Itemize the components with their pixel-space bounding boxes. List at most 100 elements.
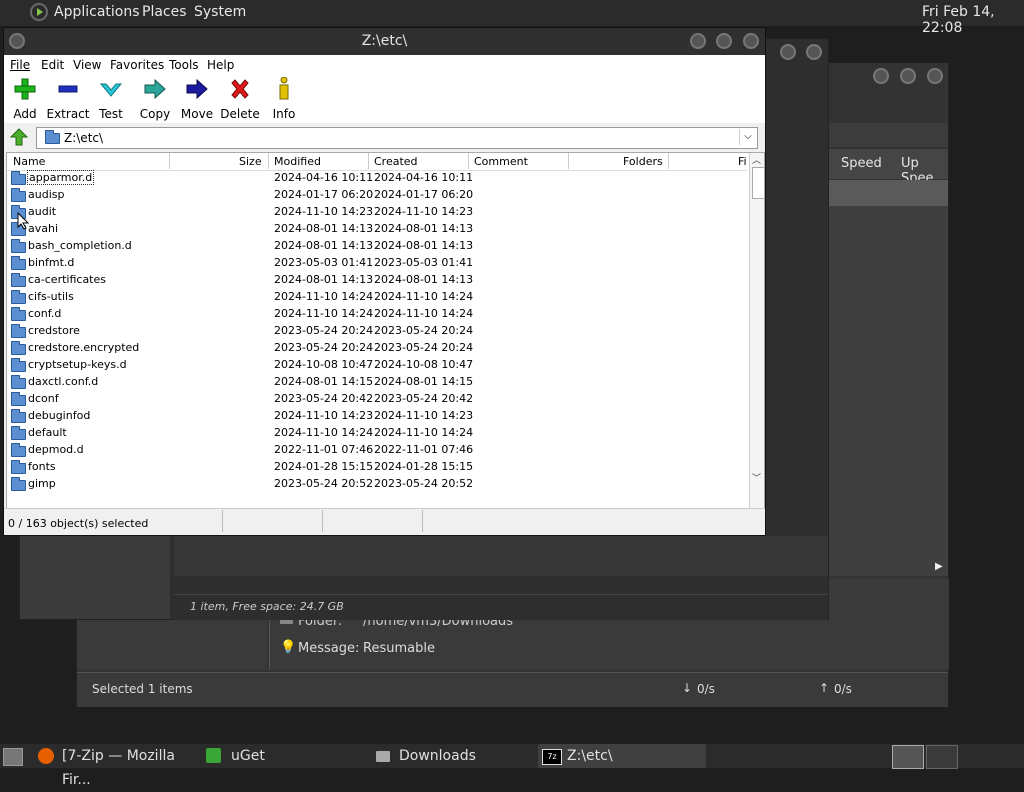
folder-icon (45, 130, 60, 144)
col-files[interactable]: Fi (738, 155, 747, 168)
table-row[interactable]: audit 2024-11-10 14:23 2024-11-10 14:23 (7, 204, 747, 221)
table-row[interactable]: binfmt.d 2023-05-03 01:41 2023-05-03 01:41 (7, 255, 747, 272)
table-row[interactable]: bash_completion.d 2024-08-01 14:13 2024-08… (7, 238, 747, 255)
info-i-icon (259, 77, 309, 101)
table-row[interactable]: gimp 2023-05-24 20:52 2023-05-24 20:52 (7, 476, 747, 493)
maximize-icon[interactable] (900, 68, 916, 84)
table-row[interactable]: credstore.encrypted 2023-05-24 20:24 2023-… (7, 340, 747, 357)
menu-file[interactable]: File (10, 58, 30, 72)
menu-view[interactable]: View (73, 58, 101, 72)
window-title: Z:\etc\ (361, 33, 408, 49)
folder-icon (11, 392, 26, 406)
menu-help[interactable]: Help (207, 58, 234, 72)
vertical-scrollbar[interactable]: ︿ ﹀ (749, 153, 764, 510)
window-menu-icon[interactable] (9, 33, 25, 49)
folder-icon (11, 171, 26, 185)
menu-system[interactable]: System (194, 4, 246, 20)
distro-logo-icon[interactable] (30, 3, 48, 21)
col-comment[interactable]: Comment (474, 155, 528, 168)
chevron-down-icon[interactable]: ⌵ (739, 129, 756, 145)
scroll-right-icon[interactable]: ▶ (935, 561, 943, 572)
test-button[interactable]: Test (86, 77, 136, 121)
minimize-icon[interactable] (690, 33, 706, 49)
maximize-icon[interactable] (716, 33, 732, 49)
task-uget[interactable]: uGet (202, 744, 366, 768)
selected-count: Selected 1 items (92, 682, 193, 696)
task-firefox[interactable]: [7-Zip — Mozilla Fir... (34, 744, 200, 788)
folder-icon (11, 324, 26, 338)
table-row[interactable]: dconf 2023-05-24 20:42 2023-05-24 20:42 (7, 391, 747, 408)
folder-icon (11, 341, 26, 355)
table-row[interactable]: fonts 2024-01-28 15:15 2024-01-28 15:15 (7, 459, 747, 476)
col-folders[interactable]: Folders (623, 155, 663, 168)
menubar: File Edit View Favorites Tools Help (4, 55, 765, 75)
col-speed[interactable]: Speed (841, 156, 882, 171)
scroll-thumb[interactable] (752, 167, 764, 199)
menu-tools[interactable]: Tools (169, 58, 199, 72)
menu-edit[interactable]: Edit (41, 58, 64, 72)
down-speed: 0/s (697, 682, 715, 696)
statusbar: 0 / 163 object(s) selected (4, 508, 765, 535)
scroll-down-icon[interactable]: ﹀ (752, 471, 761, 484)
7zip-icon: 7z (542, 749, 562, 765)
delete-button[interactable]: Delete (215, 77, 265, 121)
workspace-switcher-1[interactable] (892, 745, 924, 769)
table-row[interactable]: credstore 2023-05-24 20:24 2023-05-24 20:2… (7, 323, 747, 340)
workspace-switcher-2[interactable] (926, 745, 958, 769)
menu-places[interactable]: Places (142, 4, 187, 20)
downloads-sidebar (20, 536, 170, 619)
up-folder-icon[interactable] (9, 128, 29, 150)
uget-statusbar: Selected 1 items ↓ 0/s ↑ 0/s (77, 672, 948, 707)
table-row[interactable]: debuginfod 2024-11-10 14:23 2024-11-10 14:… (7, 408, 747, 425)
table-row[interactable]: audisp 2024-01-17 06:20 2024-01-17 06:20 (7, 187, 747, 204)
file-list[interactable]: Name Size Modified Created Comment Folde… (6, 152, 765, 511)
menu-favorites[interactable]: Favorites (110, 58, 164, 72)
delete-x-icon (215, 77, 265, 101)
table-row[interactable]: apparmor.d 2024-04-16 10:11 2024-04-16 10:… (7, 170, 747, 187)
info-icon: 💡 (280, 640, 297, 655)
7zip-window: Z:\etc\ File Edit View Favorites Tools H… (3, 27, 766, 536)
show-desktop-icon[interactable] (3, 748, 23, 766)
close-icon[interactable] (743, 33, 759, 49)
col-name[interactable]: Name (13, 155, 45, 168)
maximize-icon[interactable] (806, 44, 822, 60)
uget-icon (206, 748, 221, 763)
up-arrow-icon: ↑ (819, 681, 830, 695)
folder-icon (11, 460, 26, 474)
clock[interactable]: Fri Feb 14, 22:08 (922, 4, 1024, 36)
menu-applications[interactable]: Applications (54, 4, 140, 20)
table-row[interactable]: cryptsetup-keys.d 2024-10-08 10:47 2024-10… (7, 357, 747, 374)
firefox-icon (38, 748, 54, 764)
folder-icon (11, 409, 26, 423)
folder-icon (11, 239, 26, 253)
task-7zip[interactable]: 7z Z:\etc\ (538, 744, 706, 768)
folder-icon (376, 751, 390, 762)
col-size[interactable]: Size (239, 155, 262, 168)
table-row[interactable]: depmod.d 2022-11-01 07:46 2022-11-01 07:46 (7, 442, 747, 459)
window-titlebar[interactable]: Z:\etc\ (4, 28, 765, 55)
folder-icon (11, 443, 26, 457)
col-modified[interactable]: Modified (274, 155, 321, 168)
table-row[interactable]: avahi 2024-08-01 14:13 2024-08-01 14:13 (7, 221, 747, 238)
toolbar: Add Extract Test Copy Move Delete Info (4, 75, 765, 123)
minimize-icon[interactable] (873, 68, 889, 84)
close-icon[interactable] (927, 68, 943, 84)
folder-icon (11, 307, 26, 321)
table-row[interactable]: conf.d 2024-11-10 14:24 2024-11-10 14:24 (7, 306, 747, 323)
table-row[interactable]: cifs-utils 2024-11-10 14:24 2024-11-10 14:… (7, 289, 747, 306)
table-row[interactable]: default 2024-11-10 14:24 2024-11-10 14:24 (7, 425, 747, 442)
address-text[interactable]: Z:\etc\ (64, 131, 103, 145)
folder-icon (11, 256, 26, 270)
scroll-up-icon[interactable]: ︿ (752, 153, 761, 166)
minimize-icon[interactable] (780, 44, 796, 60)
col-created[interactable]: Created (374, 155, 418, 168)
table-row[interactable]: daxctl.conf.d 2024-08-01 14:15 2024-08-01 … (7, 374, 747, 391)
info-button[interactable]: Info (259, 77, 309, 121)
up-speed: 0/s (834, 682, 852, 696)
table-row[interactable]: ca-certificates 2024-08-01 14:13 2024-08-0… (7, 272, 747, 289)
address-combobox[interactable]: Z:\etc\ ⌵ (36, 127, 758, 149)
task-downloads[interactable]: Downloads (370, 744, 534, 768)
check-icon (86, 77, 136, 101)
folder-icon (11, 477, 26, 491)
downloads-main (174, 536, 828, 576)
